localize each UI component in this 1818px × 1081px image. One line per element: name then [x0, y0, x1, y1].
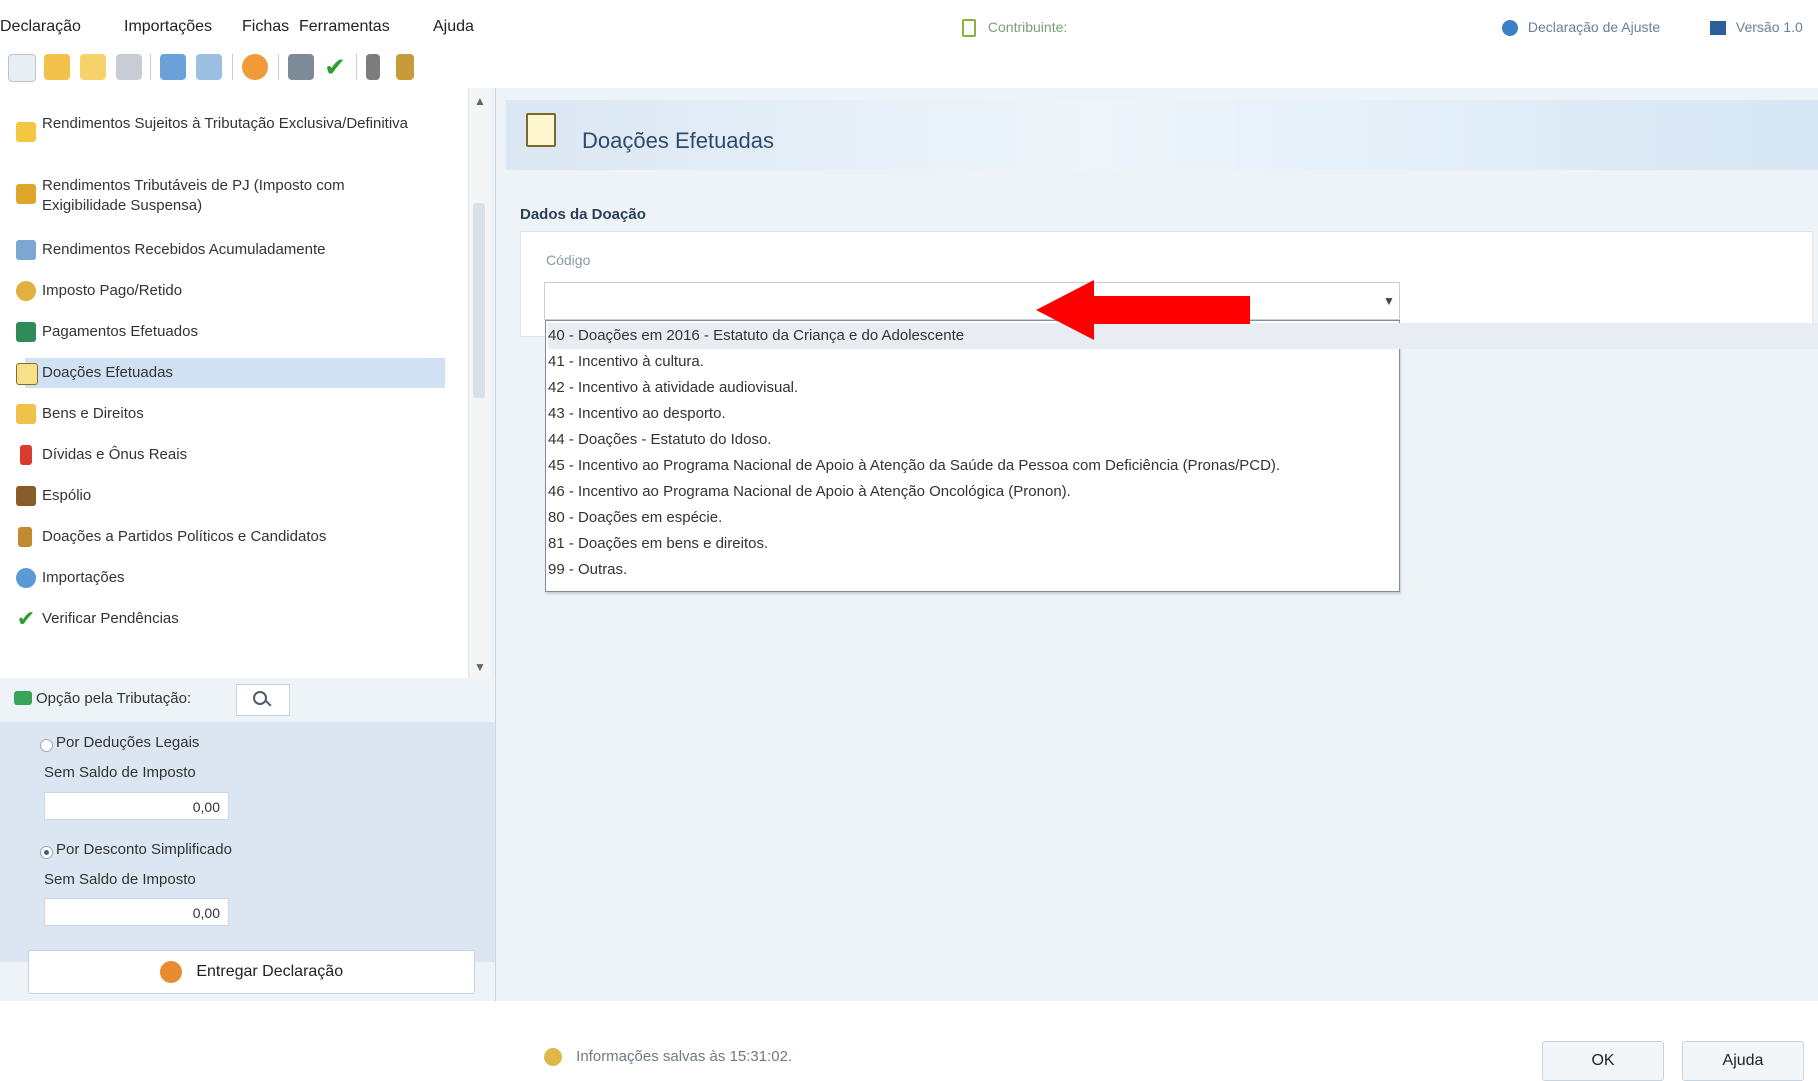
option-80[interactable]: 80 - Doações em espécie. [548, 505, 1818, 531]
house-icon [16, 404, 36, 424]
sync-icon[interactable] [196, 54, 222, 80]
calculator-icon[interactable] [366, 54, 380, 80]
option-41[interactable]: 41 - Incentivo à cultura. [548, 349, 1818, 375]
banknote-icon [16, 322, 36, 342]
lock-icon [962, 19, 976, 38]
check-icon[interactable]: ✔ [322, 54, 348, 80]
trash-icon[interactable] [116, 54, 142, 80]
backup-icon[interactable] [396, 54, 414, 80]
desconto-value: 0,00 [44, 898, 229, 926]
form-header: Doações Efetuadas [506, 100, 1818, 170]
scroll-down-icon[interactable]: ▼ [474, 660, 486, 674]
codigo-select[interactable] [544, 282, 1400, 320]
option-45[interactable]: 45 - Incentivo ao Programa Nacional de A… [548, 453, 1818, 479]
ok-button[interactable]: OK [1542, 1041, 1664, 1081]
chest-icon [16, 486, 36, 506]
section-title: Dados da Doação [520, 206, 646, 223]
ajuda-button[interactable]: Ajuda [1682, 1041, 1804, 1081]
tax-option-icon [14, 691, 32, 705]
toolbar-separator [278, 54, 279, 80]
deducoes-value: 0,00 [44, 792, 229, 820]
menu-ferramentas[interactable]: Ferramentas [299, 18, 390, 36]
scroll-up-icon[interactable]: ▲ [474, 94, 486, 108]
sidebar-item-pagamentos[interactable]: Pagamentos Efetuados [16, 322, 198, 342]
debt-icon [20, 445, 32, 465]
page-title: Doações Efetuadas [582, 128, 775, 153]
import-icon[interactable] [160, 54, 186, 80]
new-file-icon[interactable] [8, 54, 36, 82]
save-icon [544, 1048, 562, 1067]
option-81[interactable]: 81 - Doações em bens e direitos. [548, 531, 1818, 557]
menu-declaracao[interactable]: Declaração [0, 18, 81, 36]
entregar-declaracao-button[interactable]: Entregar Declaração [28, 950, 475, 994]
warning-icon [16, 122, 36, 142]
radio-desconto[interactable] [40, 846, 53, 859]
contribuinte-label: Contribuinte: [962, 19, 1067, 38]
search-button[interactable] [236, 684, 290, 716]
sidebar-item-rendimentos-pj[interactable]: Rendimentos Tributáveis de PJ (Imposto c… [16, 176, 422, 216]
sidebar-item-imposto-pago[interactable]: Imposto Pago/Retido [16, 281, 182, 301]
sidebar-item-pendencias[interactable]: ✔ Verificar Pendências [17, 608, 179, 630]
option-bar: Opção pela Tributação: [0, 678, 495, 722]
chevron-glyph: ▼ [1383, 294, 1395, 308]
sidebar-item-doacoes[interactable]: Doações Efetuadas [16, 363, 173, 385]
donation-icon [526, 113, 556, 147]
versao-label: Versão 1.0 [1710, 19, 1803, 36]
globe-icon [159, 960, 182, 983]
globe-icon [1502, 20, 1518, 37]
person-icon [18, 527, 32, 547]
option-title: Opção pela Tributação: [36, 690, 192, 707]
coin-icon [16, 281, 36, 301]
desconto-sub: Sem Saldo de Imposto [44, 871, 196, 888]
deducoes-label: Por Deduções Legais [56, 734, 200, 751]
menu-fichas[interactable]: Fichas [242, 18, 289, 36]
sidebar-item-partidos[interactable]: Doações a Partidos Políticos e Candidato… [18, 527, 326, 547]
sidebar-list: Rendimentos Sujeitos à Tributação Exclus… [0, 88, 470, 678]
toolbar-separator [356, 54, 357, 80]
desconto-label: Por Desconto Simplificado [56, 841, 232, 858]
option-99[interactable]: 99 - Outras. [548, 557, 1818, 583]
option-42[interactable]: 42 - Incentivo à atividade audiovisual. [548, 375, 1818, 401]
document-icon [16, 240, 36, 260]
sidebar-item-importacoes[interactable]: Importações [16, 568, 125, 588]
declaracao-ajuste-label: Declaração de Ajuste [1502, 19, 1660, 37]
sidebar-item-bens[interactable]: Bens e Direitos [16, 404, 144, 424]
open-folder-icon[interactable] [44, 54, 70, 80]
money-icon [16, 184, 36, 204]
monitor-icon [1710, 21, 1726, 36]
sidebar-item-rendimentos-exclusiva[interactable]: Rendimentos Sujeitos à Tributação Exclus… [16, 114, 422, 142]
option-46[interactable]: 46 - Incentivo ao Programa Nacional de A… [548, 479, 1818, 505]
codigo-dropdown[interactable]: 40 - Doações em 2016 - Estatuto da Crian… [545, 320, 1818, 592]
sidebar: Rendimentos Sujeitos à Tributação Exclus… [0, 88, 496, 1001]
toolbar-separator [150, 54, 151, 80]
option-panel: Por Deduções Legais Sem Saldo de Imposto… [0, 722, 495, 962]
check-icon: ✔ [16, 606, 36, 631]
scroll-thumb[interactable] [473, 203, 485, 398]
search-icon [253, 691, 267, 705]
radio-dot [44, 850, 49, 855]
toolbar: ✔ [0, 44, 1818, 89]
menu-ajuda[interactable]: Ajuda [433, 18, 474, 36]
globe-transmit-icon[interactable] [242, 54, 268, 80]
red-arrow-annotation [1036, 280, 1250, 340]
sidebar-item-dividas[interactable]: Dívidas e Ônus Reais [20, 445, 187, 465]
sidebar-item-espolio[interactable]: Espólio [16, 486, 91, 506]
print-icon[interactable] [288, 54, 314, 80]
radio-deducoes[interactable] [40, 739, 53, 752]
sidebar-item-rendimentos-acumulados[interactable]: Rendimentos Recebidos Acumuladamente [16, 240, 326, 260]
option-43[interactable]: 43 - Incentivo ao desporto. [548, 401, 1818, 427]
sidebar-scrollbar[interactable]: ▲ ▼ [468, 88, 491, 680]
search-icon-handle [264, 699, 272, 707]
folder-icon[interactable] [80, 54, 106, 80]
option-44[interactable]: 44 - Doações - Estatuto do Idoso. [548, 427, 1818, 453]
toolbar-separator [232, 54, 233, 80]
codigo-label: Código [546, 252, 591, 268]
status-message: Informações salvas às 15:31:02. [544, 1048, 792, 1067]
deducoes-sub: Sem Saldo de Imposto [44, 764, 196, 781]
donation-icon [16, 363, 38, 385]
import-icon [16, 568, 36, 588]
main-panel: Doações Efetuadas Dados da Doação Código… [496, 88, 1818, 1081]
chevron-down-icon[interactable]: ▼ [1379, 284, 1399, 314]
menu-importacoes[interactable]: Importações [124, 18, 212, 36]
